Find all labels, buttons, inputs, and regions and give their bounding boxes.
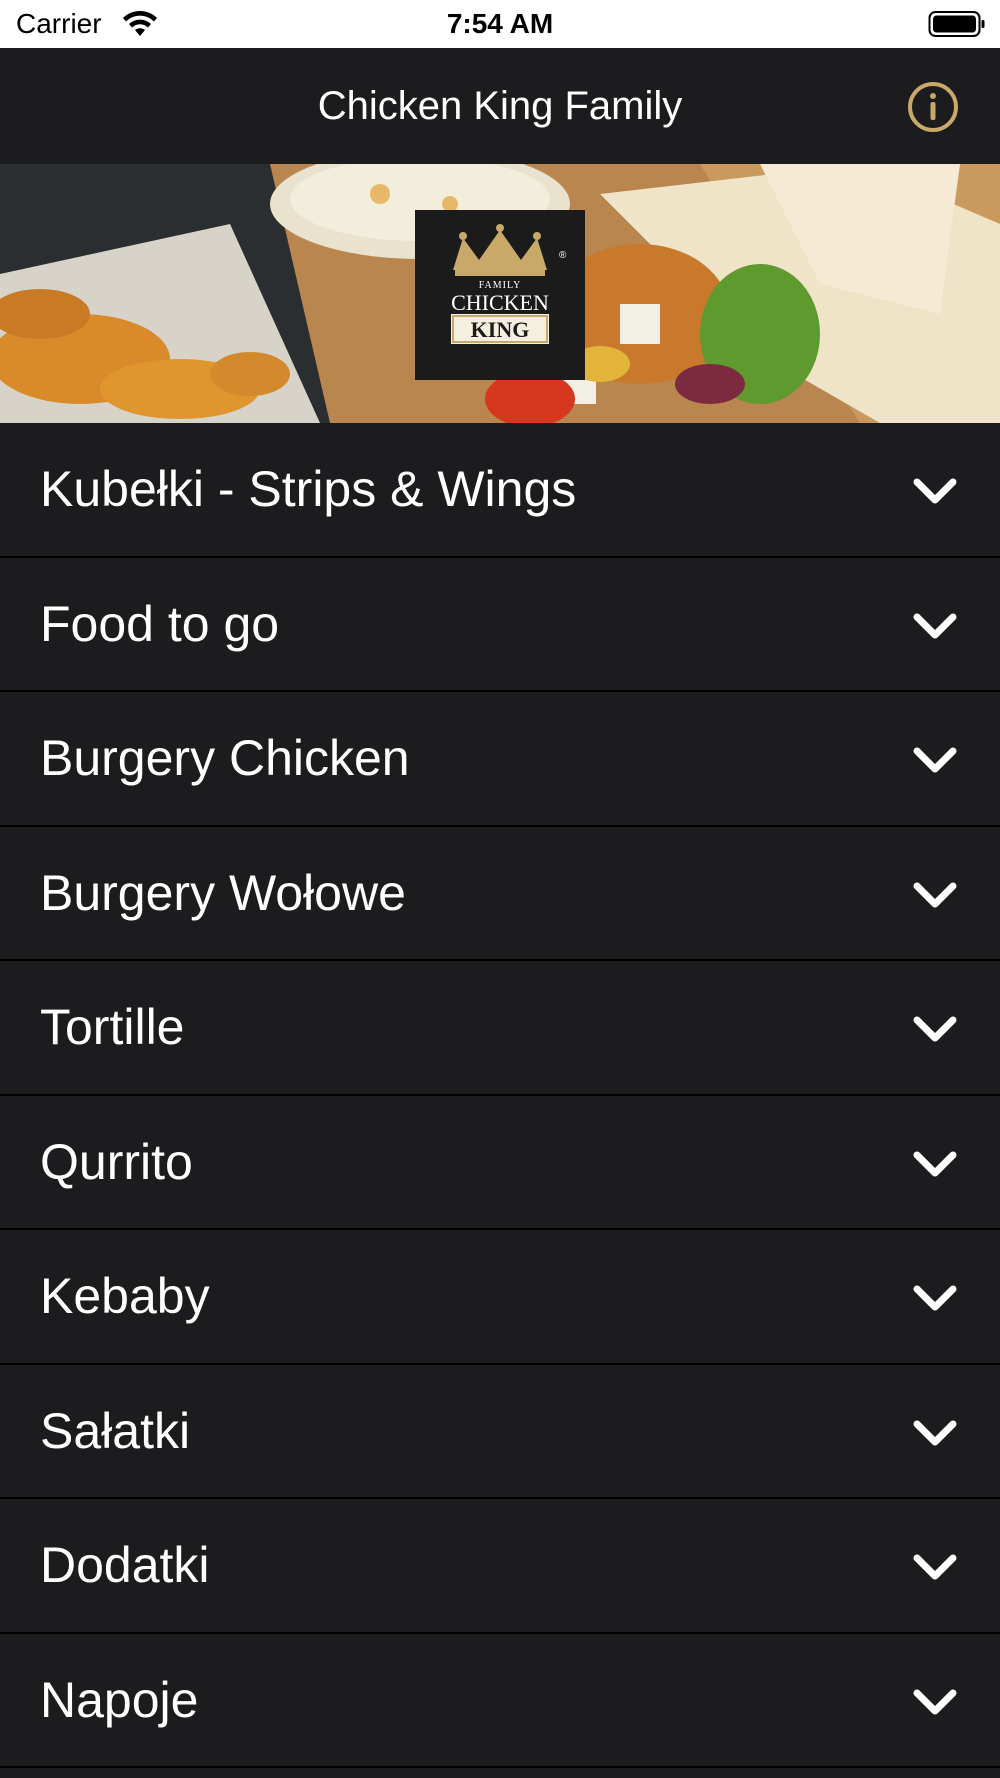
hero-banner: ® FAMILY CHICKEN KING <box>0 164 1000 423</box>
category-label: Burgery Chicken <box>40 730 410 786</box>
category-row[interactable]: Kebaby <box>0 1230 1000 1365</box>
category-label: Dodatki <box>40 1537 210 1593</box>
page-title: Chicken King Family <box>317 84 683 128</box>
chevron-down-icon <box>913 1689 957 1714</box>
category-row[interactable]: Sałatki <box>0 1364 1000 1499</box>
clock-time: 7:54 AM <box>446 8 554 39</box>
info-button[interactable] <box>906 80 960 134</box>
category-label: Tortille <box>40 999 185 1055</box>
category-label: Sałatki <box>40 1402 191 1459</box>
status-bar: Carrier 7:54 AM <box>0 0 1000 48</box>
info-circle-icon <box>908 82 958 132</box>
category-label: Napoje <box>40 1671 199 1728</box>
chevron-down-icon <box>913 1420 957 1445</box>
chevron-down-icon <box>913 1554 957 1580</box>
svg-text:CHICKEN: CHICKEN <box>451 290 549 315</box>
category-row[interactable]: Burgery Chicken <box>0 692 1000 827</box>
battery-full-icon <box>928 11 985 37</box>
category-row[interactable]: Napoje <box>0 1633 1000 1768</box>
chevron-down-icon <box>913 1151 957 1176</box>
category-row[interactable]: Burgery Wołowe <box>0 826 1000 961</box>
chevron-down-icon <box>913 1285 957 1311</box>
category-row[interactable]: Qurrito <box>0 1095 1000 1230</box>
category-label: Food to go <box>40 595 280 652</box>
svg-text:KING: KING <box>471 317 530 342</box>
category-row[interactable]: Kubełki - Strips & Wings <box>0 423 1000 558</box>
navigation-bar: Chicken King Family <box>0 48 1000 164</box>
chicken-king-logo: ® FAMILY CHICKEN KING <box>415 210 585 380</box>
chevron-down-icon <box>913 747 957 773</box>
chevron-down-icon <box>913 1016 957 1042</box>
chevron-down-icon <box>913 613 957 638</box>
category-label: Qurrito <box>40 1133 193 1190</box>
category-label: Kubełki - Strips & Wings <box>40 461 577 517</box>
category-label: Kebaby <box>40 1268 210 1324</box>
chevron-down-icon <box>913 478 957 504</box>
category-row[interactable]: Food to go <box>0 557 1000 692</box>
category-row[interactable]: Tortille <box>0 961 1000 1096</box>
chevron-down-icon <box>913 882 957 907</box>
category-row[interactable]: Dodatki <box>0 1499 1000 1634</box>
svg-text:®: ® <box>559 250 567 261</box>
category-label: Burgery Wołowe <box>40 864 406 921</box>
category-list: Kubełki - Strips & Wings Food to go Burg… <box>0 423 1000 1768</box>
